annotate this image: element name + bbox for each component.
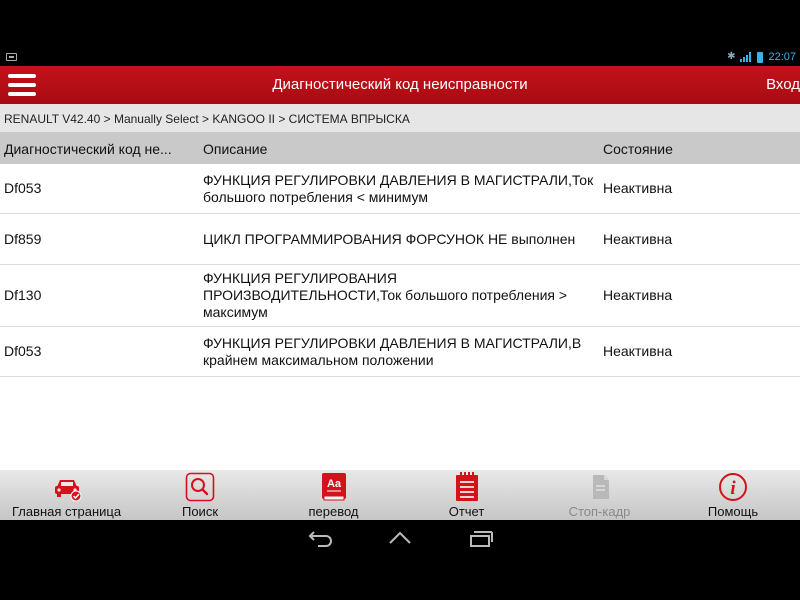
home-icon[interactable]: [384, 528, 416, 548]
search-label: Поиск: [181, 504, 219, 519]
fault-code: Df859: [4, 230, 42, 247]
report-label: Отчет: [448, 504, 485, 519]
app-header: Диагностический код неисправности Вход: [0, 66, 800, 104]
recent-apps-icon[interactable]: [464, 528, 496, 548]
screenshot-notification-icon: [6, 53, 17, 61]
freeze-frame-button[interactable]: Стоп-кадр: [533, 470, 666, 520]
search-button[interactable]: Поиск: [133, 470, 267, 520]
fault-code: Df053: [4, 343, 42, 359]
status-bar: ✱ 22:07: [0, 0, 800, 66]
report-button[interactable]: Отчет: [400, 470, 533, 520]
login-button[interactable]: Вход: [766, 76, 800, 93]
home-label: Главная страница: [11, 504, 122, 519]
document-icon: [592, 475, 609, 499]
battery-icon: [757, 51, 764, 63]
page-title: Диагностический код неисправности: [272, 76, 528, 93]
fault-status: Неактивна: [603, 287, 673, 303]
dictionary-icon-text: Aa: [326, 478, 341, 490]
fault-description: ФУНКЦИЯ РЕГУЛИРОВКИ ДАВЛЕНИЯ В МАГИСТРАЛ…: [203, 334, 582, 368]
navigation-bar: [0, 520, 800, 600]
dictionary-icon: Aa: [321, 473, 346, 501]
home-button[interactable]: Главная страница: [0, 470, 133, 520]
table-row[interactable]: Df130 ФУНКЦИЯ РЕГУЛИРОВАНИЯ ПРОИЗВОДИТЕЛ…: [0, 265, 800, 327]
fault-status: Неактивна: [603, 180, 673, 196]
table-row[interactable]: Df053 ФУНКЦИЯ РЕГУЛИРОВКИ ДАВЛЕНИЯ В МАГ…: [0, 327, 800, 377]
wifi-signal-icon: [740, 52, 752, 62]
column-header-description: Описание: [203, 141, 268, 157]
clock: 22:07: [768, 51, 796, 63]
table-row[interactable]: Df859 ЦИКЛ ПРОГРАММИРОВАНИЯ ФОРСУНОК НЕ …: [0, 214, 800, 265]
translate-button[interactable]: Aa перевод: [267, 470, 400, 520]
status-indicators: ✱ 22:07: [727, 50, 796, 64]
table-row[interactable]: Df053 ФУНКЦИЯ РЕГУЛИРОВКИ ДАВЛЕНИЯ В МАГ…: [0, 164, 800, 214]
breadcrumb: RENAULT V42.40 > Manually Select > KANGO…: [0, 104, 800, 132]
freeze-frame-label: Стоп-кадр: [568, 504, 631, 519]
car-icon: [54, 480, 81, 502]
bluetooth-icon: ✱: [727, 51, 736, 62]
bottom-toolbar: Главная страница Поиск Aa перевод Отчет …: [0, 470, 800, 520]
search-icon: [185, 472, 215, 502]
report-icon: [455, 472, 478, 501]
fault-status: Неактивна: [603, 343, 673, 359]
fault-description: ФУНКЦИЯ РЕГУЛИРОВКИ ДАВЛЕНИЯ В МАГИСТРАЛ…: [203, 171, 594, 205]
fault-code-table: Df053 ФУНКЦИЯ РЕГУЛИРОВКИ ДАВЛЕНИЯ В МАГ…: [0, 164, 800, 470]
fault-description: ФУНКЦИЯ РЕГУЛИРОВАНИЯ ПРОИЗВОДИТЕЛЬНОСТИ…: [203, 270, 568, 320]
info-icon: i: [719, 473, 747, 501]
fault-code: Df053: [4, 180, 42, 196]
fault-code: Df130: [4, 287, 42, 303]
fault-description: ЦИКЛ ПРОГРАММИРОВАНИЯ ФОРСУНОК НЕ выполн…: [203, 230, 576, 247]
column-header-status: Состояние: [603, 141, 673, 157]
help-label: Помощь: [707, 504, 759, 519]
help-button[interactable]: i Помощь: [666, 470, 800, 520]
back-icon[interactable]: [304, 528, 336, 548]
info-icon-text: i: [730, 478, 736, 499]
column-header-code: Диагностический код не...: [4, 141, 172, 157]
fault-status: Неактивна: [603, 230, 673, 247]
table-header: Диагностический код не... Описание Состо…: [0, 132, 800, 164]
translate-label: перевод: [308, 504, 359, 519]
